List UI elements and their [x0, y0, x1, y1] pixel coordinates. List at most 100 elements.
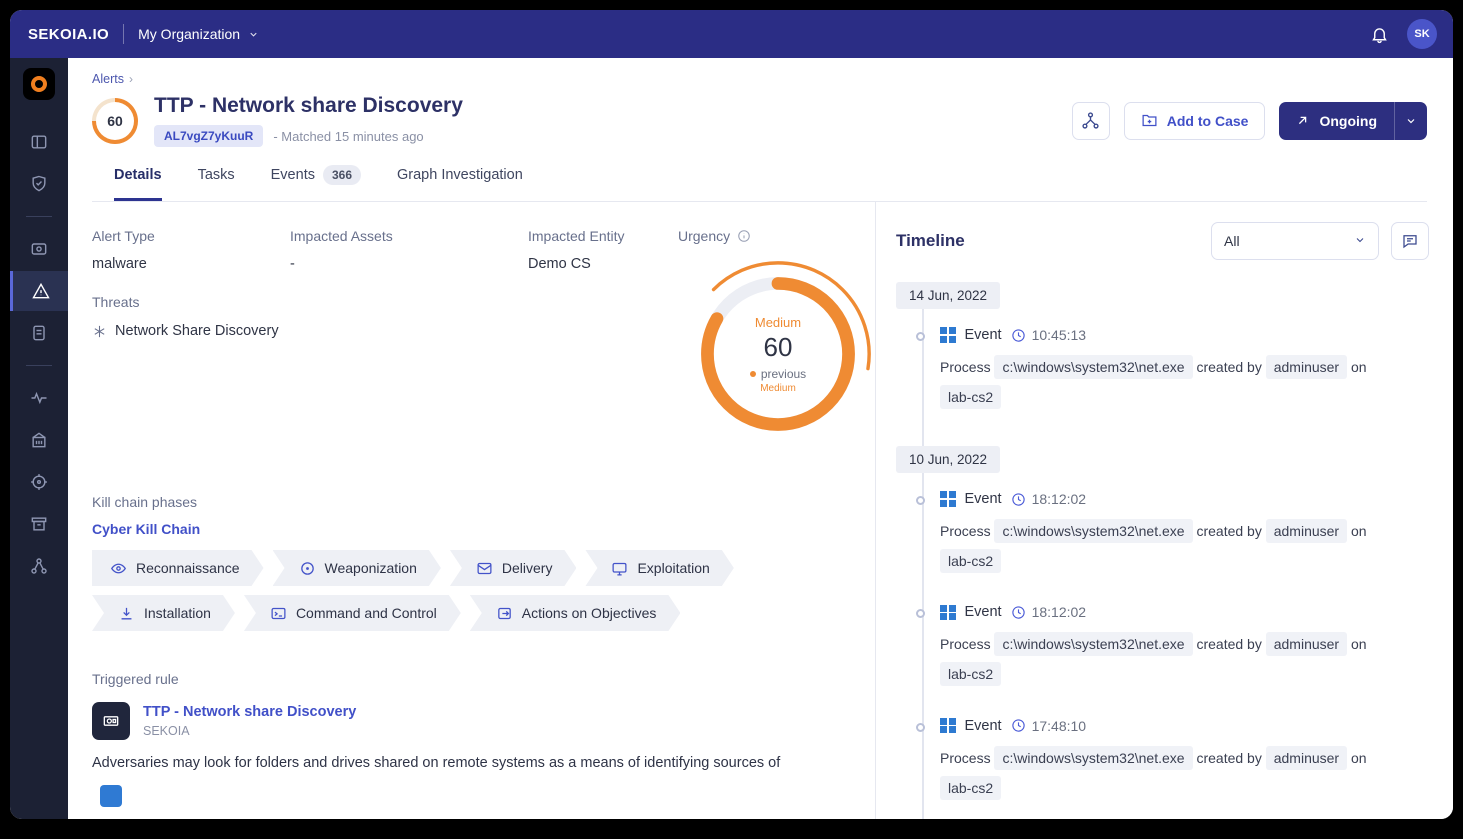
- timeline-event-dot: [916, 609, 925, 618]
- alert-score: 60: [92, 98, 138, 144]
- host-chip[interactable]: lab-cs2: [940, 549, 1001, 573]
- bell-icon: [1370, 25, 1389, 44]
- sidebar-item-cases[interactable]: [10, 313, 68, 353]
- phase-reconnaissance[interactable]: Reconnaissance: [92, 550, 264, 586]
- killchain-label: Kill chain phases: [92, 494, 847, 510]
- clock-icon: [1011, 492, 1026, 507]
- event-type-label: Event: [965, 718, 1002, 734]
- sidebar-item-archive[interactable]: [10, 504, 68, 544]
- sidebar-item-protect[interactable]: [10, 164, 68, 204]
- sidebar-item-alerts[interactable]: [10, 271, 68, 311]
- eye-icon: [110, 560, 127, 577]
- add-to-case-button[interactable]: Add to Case: [1124, 102, 1266, 140]
- download-icon: [118, 605, 135, 622]
- urgency-block: Urgency Medium: [678, 228, 875, 452]
- phase-label: Weaponization: [325, 560, 417, 576]
- timeline-event[interactable]: Event 18:12:02 Process c:\windows\system…: [940, 604, 1429, 689]
- phase-exploitation[interactable]: Exploitation: [585, 550, 733, 586]
- previous-urgency-level: Medium: [760, 383, 796, 394]
- sidebar-item-dashboard[interactable]: [10, 122, 68, 162]
- timeline-event[interactable]: Event 18:12:02 Process c:\windows\system…: [940, 491, 1429, 576]
- process-label: Process: [940, 750, 991, 766]
- impacted-entity-label: Impacted Entity: [528, 228, 678, 244]
- timeline-event[interactable]: Event 17:48:10 Process c:\windows\system…: [940, 718, 1429, 803]
- topbar: SEKOIA.IO My Organization SK: [10, 10, 1453, 58]
- threats-label: Threats: [92, 294, 290, 310]
- process-path-chip[interactable]: c:\windows\system32\net.exe: [994, 355, 1192, 379]
- rule-name-link[interactable]: TTP - Network share Discovery: [143, 704, 356, 720]
- hierarchy-icon: [1081, 111, 1100, 130]
- alert-triangle-icon: [31, 281, 51, 301]
- status-dropdown-caret[interactable]: [1394, 102, 1427, 140]
- pulse-icon: [29, 388, 49, 408]
- sidebar-item-home[interactable]: [23, 68, 55, 100]
- main-panel: Alerts › 60 TTP - Network share Discover…: [68, 58, 1453, 819]
- killchain-name-link[interactable]: Cyber Kill Chain: [92, 521, 847, 537]
- arrow-out-box-icon: [496, 605, 513, 622]
- app-window: SEKOIA.IO My Organization SK: [10, 10, 1453, 819]
- archive-icon: [29, 514, 49, 534]
- breadcrumb-alerts-link[interactable]: Alerts: [92, 72, 124, 86]
- created-by-label: created by: [1196, 523, 1261, 539]
- breadcrumb: Alerts ›: [92, 72, 1427, 86]
- sidebar-item-community[interactable]: [10, 546, 68, 586]
- sidebar-item-activity[interactable]: [10, 378, 68, 418]
- host-chip[interactable]: lab-cs2: [940, 776, 1001, 800]
- user-avatar[interactable]: SK: [1407, 19, 1437, 49]
- timeline-event[interactable]: Event 10:45:13 Process c:\windows\system…: [940, 327, 1429, 412]
- clock-icon: [1011, 718, 1026, 733]
- comment-icon: [1401, 232, 1419, 250]
- host-chip[interactable]: lab-cs2: [940, 662, 1001, 686]
- process-path-chip[interactable]: c:\windows\system32\net.exe: [994, 519, 1192, 543]
- rule-type-icon: [92, 702, 130, 740]
- event-time: 17:48:10: [1032, 718, 1087, 734]
- process-path-chip[interactable]: c:\windows\system32\net.exe: [994, 746, 1192, 770]
- graph-view-button[interactable]: [1072, 102, 1110, 140]
- previous-urgency-dot: [750, 371, 756, 377]
- event-type-label: Event: [965, 491, 1002, 507]
- created-by-label: created by: [1196, 750, 1261, 766]
- timeline-filter-select[interactable]: All: [1211, 222, 1379, 260]
- tab-details[interactable]: Details: [114, 165, 162, 201]
- phase-actions-on-objectives[interactable]: Actions on Objectives: [470, 595, 681, 631]
- user-chip[interactable]: adminuser: [1266, 519, 1347, 543]
- phase-label: Exploitation: [637, 560, 709, 576]
- organization-switcher[interactable]: My Organization: [138, 26, 259, 42]
- matched-timestamp: - Matched 15 minutes ago: [273, 129, 423, 144]
- alert-id-chip[interactable]: AL7vgZ7yKuuR: [154, 125, 263, 147]
- notifications-button[interactable]: [1365, 20, 1393, 48]
- sidebar-item-hunting[interactable]: [10, 462, 68, 502]
- user-chip[interactable]: adminuser: [1266, 746, 1347, 770]
- phase-delivery[interactable]: Delivery: [450, 550, 577, 586]
- phase-weaponization[interactable]: Weaponization: [273, 550, 441, 586]
- tab-tasks-label: Tasks: [198, 167, 235, 183]
- sidebar-item-intelligence[interactable]: [10, 229, 68, 269]
- chevron-right-icon: ›: [129, 72, 133, 86]
- process-label: Process: [940, 523, 991, 539]
- target-icon: [29, 472, 49, 492]
- user-chip[interactable]: adminuser: [1266, 632, 1347, 656]
- phase-label: Reconnaissance: [136, 560, 240, 576]
- rule-description: Adversaries may look for folders and dri…: [92, 753, 847, 775]
- phase-label: Actions on Objectives: [522, 605, 657, 621]
- host-chip[interactable]: lab-cs2: [940, 385, 1001, 409]
- process-path-chip[interactable]: c:\windows\system32\net.exe: [994, 632, 1192, 656]
- timeline-date-chip: 10 Jun, 2022: [896, 446, 1000, 473]
- shield-check-icon: [29, 174, 49, 194]
- urgency-value: 60: [764, 332, 793, 363]
- info-icon[interactable]: [737, 229, 751, 243]
- threat-item[interactable]: Network Share Discovery: [92, 323, 290, 339]
- status-button[interactable]: Ongoing: [1279, 102, 1427, 140]
- timeline-comments-button[interactable]: [1391, 222, 1429, 260]
- tab-events[interactable]: Events 366: [271, 165, 361, 201]
- phase-command-and-control[interactable]: Command and Control: [244, 595, 461, 631]
- tab-tasks[interactable]: Tasks: [198, 165, 235, 201]
- user-chip[interactable]: adminuser: [1266, 355, 1347, 379]
- phase-installation[interactable]: Installation: [92, 595, 235, 631]
- tab-graph-label: Graph Investigation: [397, 167, 523, 183]
- dashboard-icon: [29, 132, 49, 152]
- threat-icon: [92, 324, 107, 339]
- tab-graph-investigation[interactable]: Graph Investigation: [397, 165, 523, 201]
- building-icon: [29, 430, 49, 450]
- sidebar-item-organization[interactable]: [10, 420, 68, 460]
